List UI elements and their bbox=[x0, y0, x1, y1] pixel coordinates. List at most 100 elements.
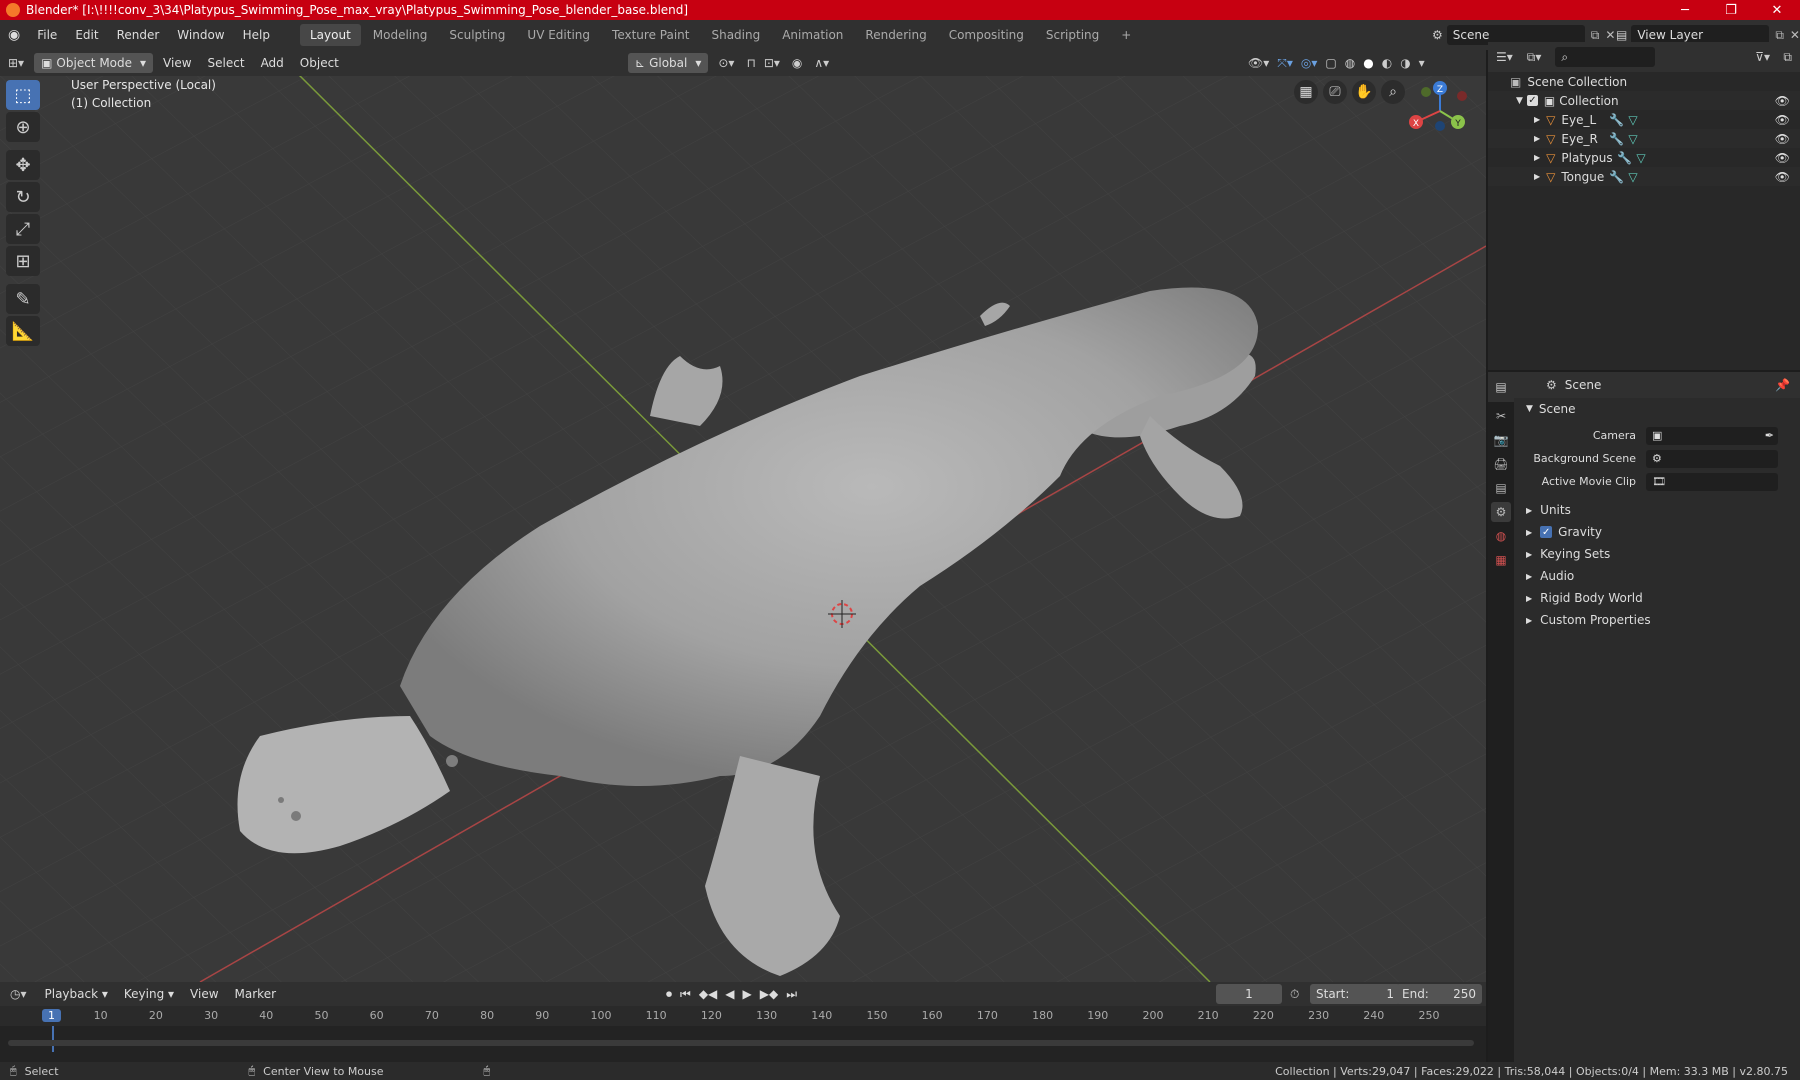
menu-render[interactable]: Render bbox=[108, 20, 169, 50]
outliner-collection[interactable]: ▼ ✓ ▣ Collection 👁 bbox=[1488, 91, 1800, 110]
scene-panel-header[interactable]: ▼ Scene bbox=[1514, 398, 1800, 420]
current-frame-field[interactable]: 1 bbox=[1216, 984, 1282, 1004]
eye-icon[interactable]: 👁 bbox=[1775, 132, 1790, 146]
units-panel-header[interactable]: ▶ Units bbox=[1514, 499, 1800, 521]
editor-type-icon[interactable]: ⊞▾ bbox=[0, 56, 32, 70]
snap-target-icon[interactable]: ⊡▾ bbox=[764, 56, 780, 70]
eye-icon[interactable]: 👁 bbox=[1775, 94, 1790, 108]
tab-modeling[interactable]: Modeling bbox=[363, 24, 438, 46]
tool-tab-icon[interactable]: ✂ bbox=[1491, 406, 1511, 426]
filter-icon[interactable]: ⊽▾ bbox=[1755, 50, 1770, 64]
wireframe-shading-icon[interactable]: ◍ bbox=[1345, 56, 1355, 70]
custom-properties-panel-header[interactable]: ▶ Custom Properties bbox=[1514, 609, 1800, 631]
outliner-scene-collection[interactable]: ▣ Scene Collection bbox=[1488, 72, 1800, 91]
end-frame-field[interactable]: End: 250 bbox=[1396, 984, 1482, 1004]
pin-icon[interactable]: 📌 bbox=[1775, 378, 1790, 392]
outliner-item-tongue[interactable]: ▶ ▽ Tongue 🔧 ▽ 👁 bbox=[1488, 167, 1800, 186]
scale-tool-icon[interactable]: ⤢ bbox=[6, 214, 40, 244]
menu-playback[interactable]: Playback ▾ bbox=[37, 987, 116, 1001]
tab-uv-editing[interactable]: UV Editing bbox=[517, 24, 600, 46]
cursor-tool-icon[interactable]: ⊕ bbox=[6, 112, 40, 142]
solid-shading-icon[interactable]: ● bbox=[1363, 56, 1373, 70]
tab-compositing[interactable]: Compositing bbox=[939, 24, 1034, 46]
material-shading-icon[interactable]: ◐ bbox=[1382, 56, 1392, 70]
output-tab-icon[interactable]: 🖨 bbox=[1491, 454, 1511, 474]
close-icon[interactable]: ✕ bbox=[1754, 0, 1800, 20]
3d-viewport[interactable]: User Perspective (Local) (1) Collection … bbox=[0, 76, 1486, 982]
stopwatch-icon[interactable]: ⏱ bbox=[1290, 987, 1299, 1002]
gizmo-icon[interactable]: ⤧▾ bbox=[1277, 56, 1293, 71]
eyedropper-icon[interactable]: ✒ bbox=[1765, 429, 1774, 442]
properties-editor-icon[interactable]: ▤ bbox=[1488, 372, 1514, 402]
outliner-item-eye-l[interactable]: ▶ ▽ Eye_L 🔧 ▽ 👁 bbox=[1488, 110, 1800, 129]
measure-tool-icon[interactable]: 📐 bbox=[6, 316, 40, 346]
add-workspace-icon[interactable]: + bbox=[1111, 24, 1141, 46]
timeline-scrollbar[interactable] bbox=[8, 1040, 1474, 1046]
play-reverse-icon[interactable]: ◀ bbox=[725, 987, 734, 1002]
transform-orientation-dropdown[interactable]: ⊾ Global ▾ bbox=[628, 53, 709, 73]
texture-tab-icon[interactable]: ▦ bbox=[1491, 550, 1511, 570]
outliner-editor-icon[interactable]: ☰▾ bbox=[1496, 50, 1513, 64]
gravity-checkbox[interactable]: ✓ bbox=[1540, 526, 1553, 538]
expand-arrow-icon[interactable]: ▼ bbox=[1516, 96, 1523, 106]
rigid-body-world-panel-header[interactable]: ▶ Rigid Body World bbox=[1514, 587, 1800, 609]
new-view-layer-icon[interactable]: ⧉ bbox=[1775, 28, 1784, 43]
menu-keying[interactable]: Keying ▾ bbox=[116, 987, 182, 1001]
timeline-editor-icon[interactable]: ◷▾ bbox=[0, 987, 37, 1001]
active-movie-clip-field[interactable]: 🎞 bbox=[1646, 472, 1778, 491]
jump-end-icon[interactable]: ⏭ bbox=[786, 987, 797, 1002]
move-tool-icon[interactable]: ✥ bbox=[6, 150, 40, 180]
annotate-tool-icon[interactable]: ✎ bbox=[6, 284, 40, 314]
prev-keyframe-icon[interactable]: ◆◀ bbox=[699, 987, 717, 1002]
collection-checkbox[interactable]: ✓ bbox=[1526, 95, 1538, 106]
display-mode-icon[interactable]: ⧉▾ bbox=[1527, 50, 1542, 65]
tab-texture-paint[interactable]: Texture Paint bbox=[602, 24, 699, 46]
tab-scripting[interactable]: Scripting bbox=[1036, 24, 1109, 46]
menu-marker[interactable]: Marker bbox=[227, 987, 284, 1001]
pan-hand-icon[interactable]: ✋ bbox=[1352, 80, 1376, 104]
outliner-search-input[interactable]: ⌕ bbox=[1555, 47, 1656, 67]
remove-scene-icon[interactable]: ✕ bbox=[1605, 28, 1615, 42]
blender-menu-icon[interactable]: ◉ bbox=[0, 27, 28, 43]
eye-icon[interactable]: 👁 bbox=[1775, 151, 1790, 165]
timeline-tracks[interactable] bbox=[0, 1026, 1486, 1052]
menu-add[interactable]: Add bbox=[253, 56, 292, 70]
proportional-edit-icon[interactable]: ◉ bbox=[792, 56, 802, 70]
play-icon[interactable]: ▶ bbox=[743, 987, 752, 1002]
menu-window[interactable]: Window bbox=[168, 20, 233, 50]
navigation-gizmo[interactable]: Z X Y bbox=[1400, 76, 1480, 146]
pivot-icon[interactable]: ⊙▾ bbox=[718, 56, 734, 70]
new-scene-icon[interactable]: ⧉ bbox=[1591, 28, 1600, 43]
outliner-item-eye-r[interactable]: ▶ ▽ Eye_R 🔧 ▽ 👁 bbox=[1488, 129, 1800, 148]
expand-arrow-icon[interactable]: ▶ bbox=[1534, 115, 1540, 124]
render-tab-icon[interactable]: 📷 bbox=[1491, 430, 1511, 450]
view-layer-tab-icon[interactable]: ▤ bbox=[1491, 478, 1511, 498]
background-scene-field[interactable]: ⚙ bbox=[1646, 449, 1778, 468]
visibility-icon[interactable]: 👁▾ bbox=[1248, 56, 1269, 70]
rotate-tool-icon[interactable]: ↻ bbox=[6, 182, 40, 212]
minimize-icon[interactable]: ─ bbox=[1662, 0, 1708, 20]
tab-rendering[interactable]: Rendering bbox=[855, 24, 936, 46]
expand-arrow-icon[interactable]: ▶ bbox=[1534, 172, 1540, 181]
snap-icon[interactable]: ⊓ bbox=[746, 56, 755, 70]
expand-arrow-icon[interactable]: ▶ bbox=[1534, 153, 1540, 162]
menu-edit[interactable]: Edit bbox=[66, 20, 107, 50]
object-mode-dropdown[interactable]: ▣ Object Mode ▾ bbox=[34, 53, 154, 73]
menu-view[interactable]: View bbox=[155, 56, 199, 70]
shading-options-icon[interactable]: ▾ bbox=[1419, 56, 1425, 70]
maximize-icon[interactable]: ❐ bbox=[1708, 0, 1754, 20]
menu-select[interactable]: Select bbox=[200, 56, 253, 70]
menu-file[interactable]: File bbox=[28, 20, 66, 50]
tab-sculpting[interactable]: Sculpting bbox=[439, 24, 515, 46]
scene-tab-icon[interactable]: ⚙ bbox=[1491, 502, 1511, 522]
tab-layout[interactable]: Layout bbox=[299, 24, 361, 46]
transform-tool-icon[interactable]: ⊞ bbox=[6, 246, 40, 276]
start-frame-field[interactable]: Start: 1 bbox=[1310, 984, 1400, 1004]
keying-sets-panel-header[interactable]: ▶ Keying Sets bbox=[1514, 543, 1800, 565]
jump-start-icon[interactable]: ⏮ bbox=[680, 987, 691, 1002]
eye-icon[interactable]: 👁 bbox=[1775, 113, 1790, 127]
tab-animation[interactable]: Animation bbox=[772, 24, 853, 46]
next-keyframe-icon[interactable]: ▶◆ bbox=[760, 987, 778, 1002]
menu-object[interactable]: Object bbox=[292, 56, 347, 70]
record-icon[interactable]: ⏺ bbox=[666, 987, 672, 1002]
